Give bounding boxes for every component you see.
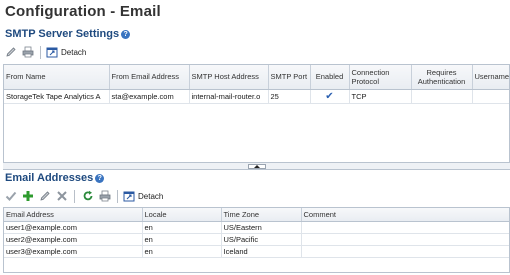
email-table: Email Address Locale Time Zone Comment u… <box>4 208 509 258</box>
toolbar-separator <box>40 45 41 59</box>
column-header[interactable]: Comment <box>301 208 509 222</box>
comment-cell <box>301 245 509 258</box>
locale-cell: en <box>142 233 222 246</box>
table-row[interactable]: user3@example.com en Iceland <box>4 245 509 258</box>
column-header[interactable]: Connection Protocol <box>349 65 412 90</box>
add-button[interactable] <box>20 189 35 203</box>
locale-cell: en <box>142 245 222 258</box>
delete-button[interactable] <box>54 189 69 203</box>
enabled-cell: ✔ <box>310 89 350 104</box>
timezone-cell: Iceland <box>221 245 302 258</box>
email-table-panel: Email Address Locale Time Zone Comment u… <box>3 207 510 273</box>
column-header[interactable]: From Email Address <box>109 65 190 90</box>
username-cell <box>472 89 509 104</box>
smtp-header-row: From Name From Email Address SMTP Host A… <box>4 65 509 90</box>
help-icon[interactable]: ? <box>121 29 131 39</box>
locale-cell: en <box>142 221 222 234</box>
column-header[interactable]: Enabled <box>310 65 350 90</box>
help-icon[interactable]: ? <box>95 173 105 183</box>
detach-label: Detach <box>138 191 164 201</box>
toolbar-separator <box>117 189 118 203</box>
column-header[interactable]: From Name <box>4 65 110 90</box>
checkmark-icon: ✔ <box>325 90 334 102</box>
email-header-row: Email Address Locale Time Zone Comment <box>4 208 509 222</box>
collapse-handle[interactable] <box>247 164 266 169</box>
auth-cell <box>411 89 473 104</box>
printer-icon <box>22 46 33 58</box>
email-section-label: Email Addresses <box>5 172 94 184</box>
smtp-section-label: SMTP Server Settings <box>5 28 120 40</box>
checkmark-icon <box>5 191 16 201</box>
email-address-cell: user2@example.com <box>4 233 143 246</box>
detach-icon <box>46 47 58 58</box>
column-header[interactable]: SMTP Port <box>268 65 311 90</box>
comment-cell <box>301 233 509 246</box>
refresh-icon <box>83 190 92 201</box>
smtp-toolbar: Detach <box>3 44 86 60</box>
edit-button[interactable] <box>3 45 18 59</box>
column-header[interactable]: Locale <box>142 208 222 222</box>
column-header[interactable]: Time Zone <box>221 208 302 222</box>
protocol-cell: TCP <box>349 89 412 104</box>
timezone-cell: US/Eastern <box>221 221 302 234</box>
smtp-table-panel: From Name From Email Address SMTP Host A… <box>3 64 510 163</box>
detach-label: Detach <box>61 47 87 57</box>
print-button[interactable] <box>20 45 35 59</box>
pencil-icon <box>5 47 16 57</box>
from-email-cell: sta@example.com <box>109 89 190 104</box>
x-icon <box>56 191 67 201</box>
smtp-table: From Name From Email Address SMTP Host A… <box>4 65 509 104</box>
column-header[interactable]: SMTP Host Address <box>189 65 269 90</box>
refresh-button[interactable] <box>80 189 95 203</box>
triangle-up-icon <box>253 165 260 168</box>
table-row[interactable]: StorageTek Tape Analytics A sta@example.… <box>4 89 509 104</box>
column-header[interactable]: Username <box>472 65 509 90</box>
print-button[interactable] <box>97 189 112 203</box>
timezone-cell: US/Pacific <box>221 233 302 246</box>
pane-splitter[interactable] <box>3 162 510 170</box>
printer-icon <box>99 190 110 202</box>
email-address-cell: user1@example.com <box>4 221 143 234</box>
email-toolbar: Detach <box>3 188 163 204</box>
toolbar-separator <box>74 189 75 203</box>
port-cell: 25 <box>268 89 311 104</box>
plus-icon <box>22 191 33 201</box>
table-row[interactable]: user1@example.com en US/Eastern <box>4 221 509 234</box>
detach-icon <box>123 191 135 202</box>
comment-cell <box>301 221 509 234</box>
column-header[interactable]: Requires Authentication <box>411 65 473 90</box>
email-address-cell: user3@example.com <box>4 245 143 258</box>
checkmark-button[interactable] <box>3 189 18 203</box>
column-header[interactable]: Email Address <box>4 208 143 222</box>
from-name-cell: StorageTek Tape Analytics A <box>4 89 110 104</box>
detach-button[interactable]: Detach <box>123 190 163 202</box>
detach-button[interactable]: Detach <box>46 46 86 58</box>
page-title: Configuration - Email <box>5 3 161 20</box>
pencil-icon <box>39 191 50 201</box>
smtp-section-title: SMTP Server Settings ? <box>5 28 131 40</box>
email-section-title: Email Addresses ? <box>5 172 105 184</box>
edit-button[interactable] <box>37 189 52 203</box>
host-cell: internal-mail-router.o <box>189 89 269 104</box>
table-row[interactable]: user2@example.com en US/Pacific <box>4 233 509 246</box>
